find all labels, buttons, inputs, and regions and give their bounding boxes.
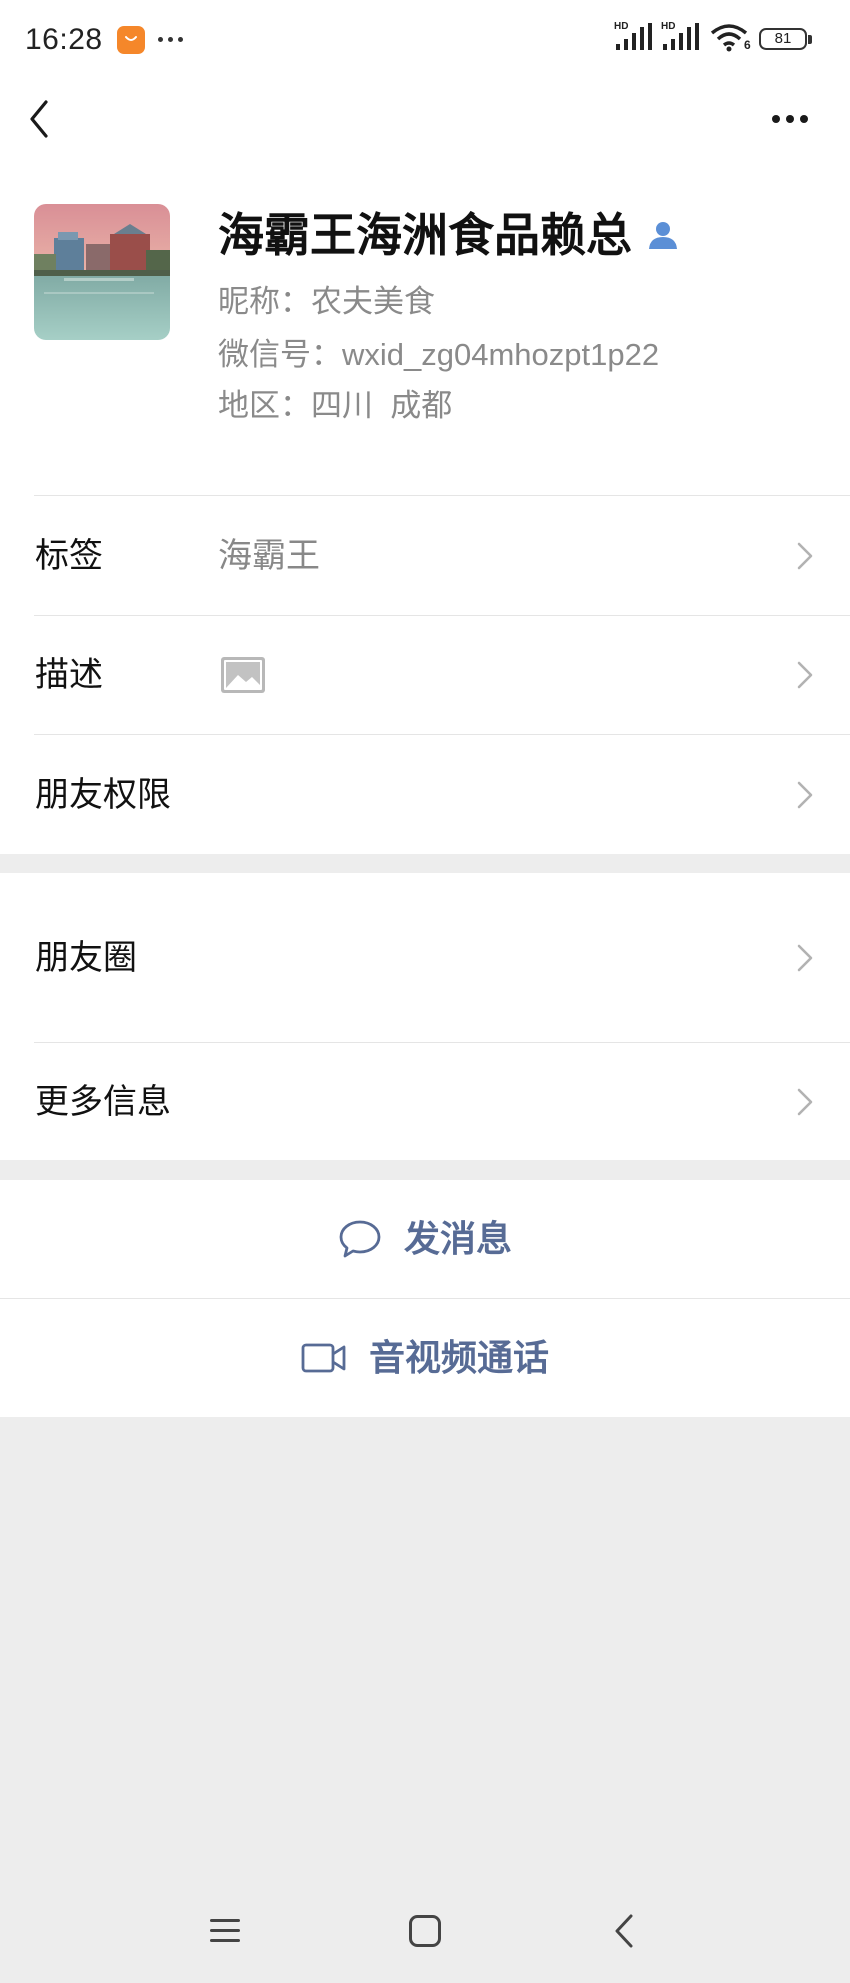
battery-level: 81: [774, 30, 792, 47]
av-call-button[interactable]: 音视频通话: [0, 1299, 850, 1417]
row-label: 朋友圈: [35, 938, 137, 977]
row-friend-permissions[interactable]: 朋友权限: [0, 735, 850, 854]
chevron-right-icon: [797, 661, 813, 689]
nickname-value: 农夫美食: [311, 284, 435, 319]
home-icon: [409, 1915, 441, 1947]
contact-name: 海霸王海洲食品赖总: [218, 209, 632, 261]
message-bubble-icon: [339, 1220, 381, 1258]
region-label: 地区：: [218, 388, 311, 423]
signal-icon: HD: [614, 22, 654, 52]
menu-icon: [210, 1919, 240, 1942]
send-message-button[interactable]: 发消息: [0, 1180, 850, 1298]
nickname-label: 昵称：: [218, 284, 311, 319]
back-icon: [30, 100, 48, 138]
video-camera-icon: [301, 1343, 346, 1373]
region-value: 四川 成都: [311, 388, 453, 423]
chevron-right-icon: [797, 944, 813, 971]
wechat-id-line: 微信号：wxid_zg04mhozpt1p22: [218, 335, 659, 375]
av-call-label: 音视频通话: [368, 1337, 549, 1378]
wifi-icon: 6: [710, 22, 754, 54]
more-icon: [772, 115, 780, 123]
battery-icon: 81: [759, 28, 807, 50]
row-more-info[interactable]: 更多信息: [0, 1043, 850, 1160]
more-button[interactable]: [772, 115, 808, 123]
row-label: 描述: [35, 656, 103, 694]
image-icon: [220, 656, 266, 694]
row-label: 朋友权限: [35, 775, 171, 814]
avatar[interactable]: [34, 204, 170, 340]
wechat-id-value[interactable]: wxid_zg04mhozpt1p22: [342, 337, 659, 372]
back-icon: [615, 1914, 633, 1948]
back-button[interactable]: [26, 98, 60, 140]
chevron-right-icon: [797, 1088, 813, 1115]
row-value: 海霸王: [218, 536, 320, 575]
wifi-badge: 6: [744, 38, 751, 52]
battery-nub: [808, 35, 812, 44]
row-label: 更多信息: [35, 1082, 171, 1121]
chevron-right-icon: [797, 542, 813, 569]
region-line: 地区：四川 成都: [218, 386, 452, 426]
nickname-line: 昵称：农夫美食: [218, 282, 435, 322]
contact-person-icon: [646, 219, 680, 251]
chevron-right-icon: [797, 781, 813, 808]
signal-icon: HD: [661, 22, 701, 52]
wechat-id-label: 微信号：: [218, 337, 342, 372]
home-button[interactable]: [408, 1914, 442, 1948]
row-description[interactable]: 描述: [0, 616, 850, 734]
row-tags[interactable]: 标签 海霸王: [0, 496, 850, 615]
status-time: 16:28: [25, 23, 103, 56]
more-dots-icon: [158, 37, 183, 42]
app-notification-icon: [117, 26, 145, 54]
send-message-label: 发消息: [403, 1218, 512, 1259]
system-back-button[interactable]: [612, 1912, 638, 1950]
row-moments[interactable]: 朋友圈: [0, 873, 850, 1042]
menu-button[interactable]: [208, 1915, 242, 1947]
row-label: 标签: [35, 536, 103, 575]
